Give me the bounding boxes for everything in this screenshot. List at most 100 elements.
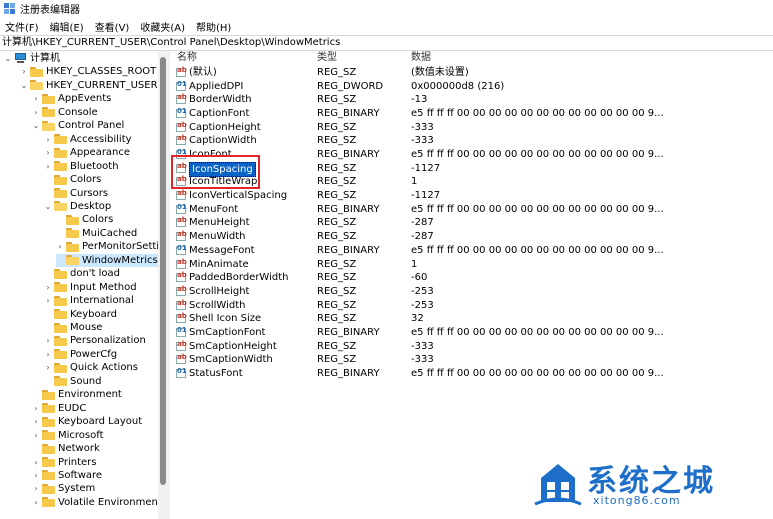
value-row[interactable]: CaptionWidth REG_SZ -333 — [170, 134, 773, 148]
value-row[interactable]: ScrollHeight REG_SZ -253 — [170, 285, 773, 299]
tree-item[interactable]: › HKEY_CLASSES_ROOT — [20, 65, 156, 78]
value-row[interactable]: IconTitleWrapREG_SZ1 — [170, 175, 773, 189]
chevron-down-icon[interactable]: ⌄ — [4, 52, 12, 65]
tree-item[interactable]: ⌄ Control Panel — [32, 119, 125, 132]
value-row[interactable]: IconSpacingREG_SZ-1127 — [170, 161, 773, 177]
value-row[interactable]: Shell Icon Size REG_SZ 32 — [170, 312, 773, 326]
tree-item[interactable]: don't load — [44, 267, 120, 280]
value-row[interactable]: (默认) REG_SZ (数值未设置) — [170, 66, 773, 80]
tree-item[interactable]: › Quick Actions — [44, 361, 138, 374]
value-row[interactable]: IconFontREG_BINARYe5 ff ff ff 00 00 00 0… — [170, 148, 773, 162]
tree-item[interactable]: › Appearance — [44, 146, 130, 159]
tree-item-label: HKEY_CLASSES_ROOT — [46, 66, 157, 78]
chevron-right-icon[interactable]: › — [44, 294, 52, 307]
tree-item[interactable]: › Volatile Environment — [32, 496, 161, 509]
value-row[interactable]: CaptionFont REG_BINARY e5 ff ff ff 00 00 0… — [170, 107, 773, 121]
tree-item[interactable]: › International — [44, 294, 133, 307]
chevron-down-icon[interactable]: ⌄ — [20, 79, 28, 92]
value-row[interactable]: SmCaptionHeight REG_SZ -333 — [170, 340, 773, 354]
tree-item[interactable]: › Input Method — [44, 281, 136, 294]
tree-item[interactable]: Sound — [44, 375, 102, 388]
tree-item[interactable]: › Console — [32, 106, 97, 119]
string-value-icon — [176, 93, 187, 105]
tree-item[interactable]: › PerMonitorSettin — [56, 240, 165, 253]
menu-edit[interactable]: 编辑(E) — [50, 19, 84, 34]
chevron-right-icon[interactable]: › — [32, 429, 40, 442]
tree-item[interactable]: Keyboard — [44, 308, 117, 321]
chevron-right-icon[interactable]: › — [44, 133, 52, 146]
menu-file[interactable]: 文件(F) — [5, 19, 39, 34]
tree-item[interactable]: Environment — [32, 388, 122, 401]
tree-item[interactable]: MuiCached — [56, 227, 137, 240]
tree-item[interactable]: Mouse — [44, 321, 102, 334]
address-bar[interactable]: 计算机\HKEY_CURRENT_USER\Control Panel\Desk… — [0, 35, 773, 51]
tree-item[interactable]: › Software — [32, 469, 102, 482]
tree-item[interactable]: ⌄ Desktop — [44, 200, 112, 213]
tree-item[interactable]: › Personalization — [44, 334, 145, 347]
chevron-right-icon[interactable]: › — [44, 348, 52, 361]
value-row[interactable]: BorderWidth REG_SZ -13 — [170, 93, 773, 107]
tree-item[interactable]: › Bluetooth — [44, 160, 118, 173]
chevron-right-icon[interactable]: › — [44, 334, 52, 347]
value-row[interactable]: MenuWidth REG_SZ -287 — [170, 230, 773, 244]
tree-item[interactable]: › AppEvents — [32, 92, 111, 105]
chevron-right-icon[interactable]: › — [44, 160, 52, 173]
chevron-right-icon[interactable]: › — [32, 402, 40, 415]
value-row[interactable]: MessageFont REG_BINARY e5 ff ff ff 00 00 0… — [170, 244, 773, 258]
chevron-down-icon[interactable]: ⌄ — [44, 200, 52, 213]
tree-item[interactable]: WindowMetrics — [56, 253, 158, 267]
tree-item-label: Sound — [70, 375, 102, 387]
tree-item[interactable]: › Microsoft — [32, 429, 103, 442]
chevron-right-icon[interactable]: › — [44, 146, 52, 159]
value-row[interactable]: SmCaptionFont REG_BINARY e5 ff ff ff 00 00… — [170, 326, 773, 340]
tree-item[interactable]: Cursors — [44, 187, 108, 200]
column-header-name[interactable]: 名称 — [177, 51, 197, 65]
tree-item[interactable]: ⌄ HKEY_CURRENT_USER — [20, 79, 158, 92]
string-value-icon — [176, 189, 187, 201]
tree-item[interactable]: Network — [32, 442, 100, 455]
value-row[interactable]: SmCaptionWidth REG_SZ -333 — [170, 353, 773, 367]
tree-item[interactable]: › PowerCfg — [44, 348, 117, 361]
chevron-right-icon[interactable]: › — [20, 65, 28, 78]
value-row[interactable]: CaptionHeight REG_SZ -333 — [170, 121, 773, 135]
value-row[interactable]: MenuHeight REG_SZ -287 — [170, 216, 773, 230]
chevron-down-icon[interactable]: ⌄ — [32, 119, 40, 132]
value-type: REG_SZ — [317, 217, 357, 229]
folder-icon — [66, 255, 79, 266]
value-row[interactable]: AppliedDPI REG_DWORD 0x000000d8 (216) — [170, 80, 773, 94]
chevron-right-icon[interactable]: › — [56, 240, 64, 253]
value-data: e5 ff ff ff 00 00 00 00 00 00 00 00 00 0… — [411, 244, 664, 256]
value-row[interactable]: MinAnimate REG_SZ 1 — [170, 258, 773, 272]
value-row[interactable]: MenuFont REG_BINARY e5 ff ff ff 00 00 00 0… — [170, 203, 773, 217]
tree-item[interactable]: › Keyboard Layout — [32, 415, 142, 428]
column-header-type[interactable]: 类型 — [317, 51, 337, 65]
tree-item[interactable]: ⌄ 计算机 — [4, 52, 60, 65]
tree-item[interactable]: › Accessibility — [44, 133, 131, 146]
menu-view[interactable]: 查看(V) — [95, 19, 130, 34]
menu-help[interactable]: 帮助(H) — [196, 19, 231, 34]
chevron-right-icon[interactable]: › — [32, 92, 40, 105]
tree-item[interactable]: › EUDC — [32, 402, 86, 415]
chevron-right-icon[interactable]: › — [32, 496, 40, 509]
string-value-icon — [176, 271, 187, 283]
tree-item[interactable]: › System — [32, 482, 95, 495]
chevron-right-icon[interactable]: › — [44, 361, 52, 374]
value-row[interactable]: StatusFont REG_BINARY e5 ff ff ff 00 00 00… — [170, 367, 773, 381]
chevron-right-icon[interactable]: › — [32, 456, 40, 469]
chevron-right-icon[interactable]: › — [32, 482, 40, 495]
menu-favorites[interactable]: 收藏夹(A) — [140, 19, 185, 34]
value-data: 1 — [411, 258, 418, 270]
tree-scrollbar-thumb[interactable] — [160, 57, 166, 485]
column-header-data[interactable]: 数据 — [411, 51, 431, 65]
chevron-right-icon[interactable]: › — [32, 106, 40, 119]
tree-item[interactable]: Colors — [44, 173, 101, 186]
chevron-right-icon[interactable]: › — [44, 281, 52, 294]
chevron-right-icon[interactable]: › — [32, 415, 40, 428]
tree-item[interactable]: › Printers — [32, 456, 96, 469]
tree-scrollbar[interactable] — [158, 51, 168, 519]
value-row[interactable]: PaddedBorderWidth REG_SZ -60 — [170, 271, 773, 285]
value-row[interactable]: IconVerticalSpacing REG_SZ -1127 — [170, 189, 773, 203]
chevron-right-icon[interactable]: › — [32, 469, 40, 482]
value-row[interactable]: ScrollWidth REG_SZ -253 — [170, 299, 773, 313]
tree-item[interactable]: Colors — [56, 213, 113, 226]
